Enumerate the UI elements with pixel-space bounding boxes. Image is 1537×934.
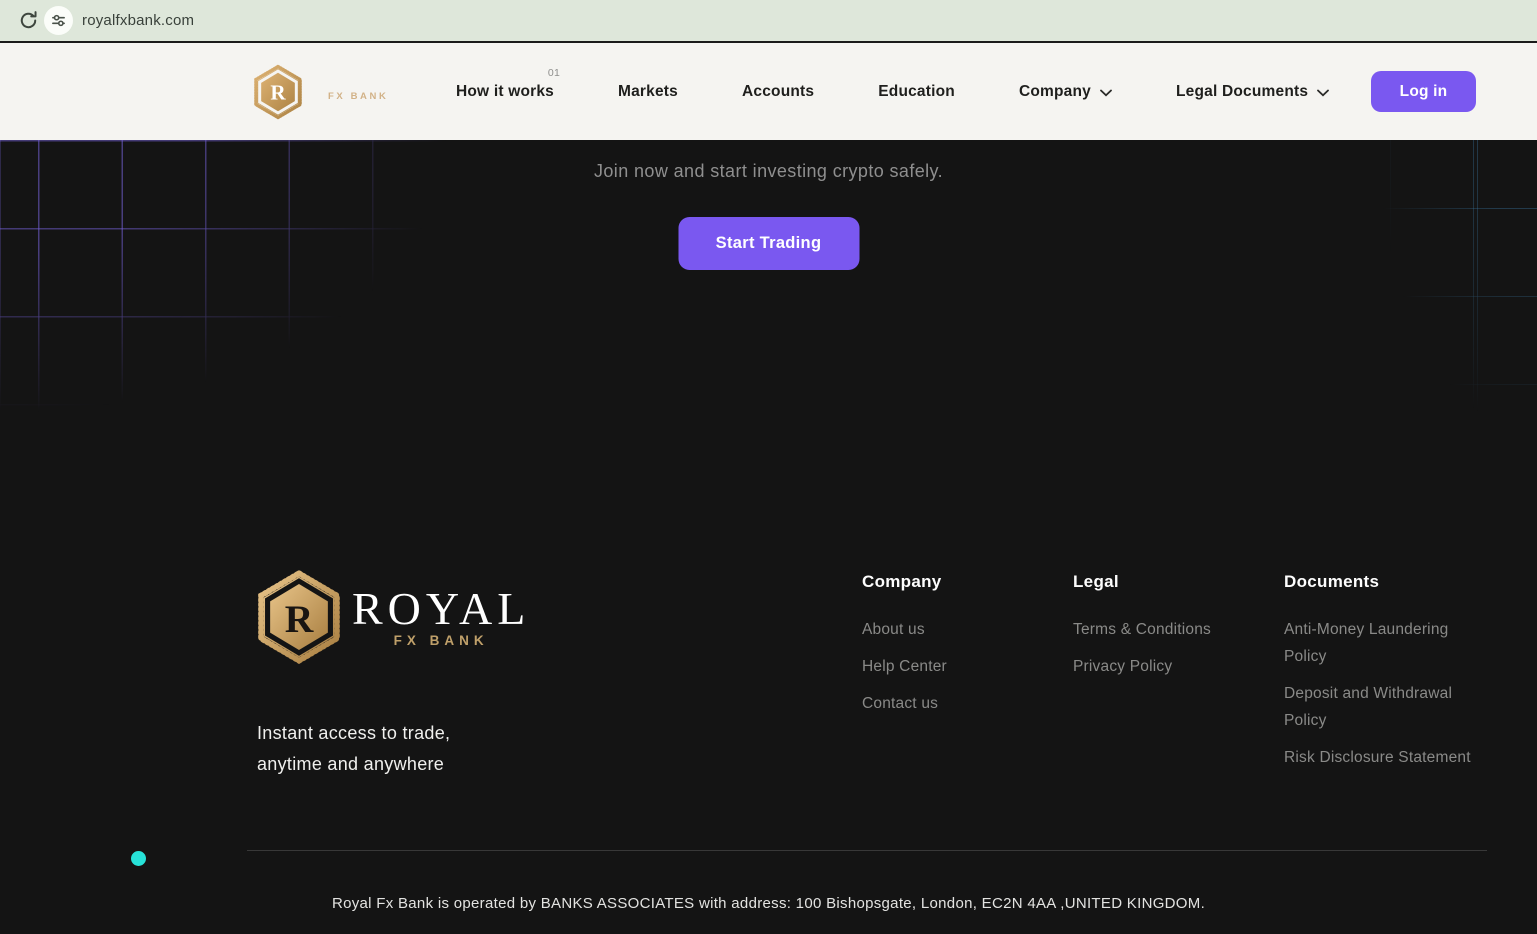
nav-label: How it works (456, 83, 554, 101)
brand-subtext: FX BANK (328, 91, 388, 102)
reload-icon[interactable] (17, 10, 39, 32)
nav-label: Accounts (742, 83, 814, 101)
nav-label: Legal Documents (1176, 83, 1308, 101)
footer-divider (247, 850, 1487, 851)
svg-text:R: R (270, 80, 286, 104)
nav-accounts[interactable]: Accounts (742, 83, 814, 101)
footer-col-title: Documents (1284, 572, 1484, 592)
nav-markets[interactable]: Markets (618, 83, 678, 101)
login-button[interactable]: Log in (1371, 71, 1476, 112)
footer-link-terms[interactable]: Terms & Conditions (1073, 616, 1284, 643)
footer-link-contact-us[interactable]: Contact us (862, 690, 1073, 717)
footer-link-deposit-withdrawal[interactable]: Deposit and Withdrawal Policy (1284, 680, 1484, 734)
svg-text:R: R (285, 597, 314, 641)
site-header: R FX BANK 01 How it works Markets Accoun… (0, 43, 1537, 140)
footer-link-risk-disclosure[interactable]: Risk Disclosure Statement (1284, 744, 1484, 771)
footer-brand: R ROYAL FX BANK Instant access to trade,… (256, 570, 530, 664)
nav-label: Markets (618, 83, 678, 101)
chevron-down-icon (1100, 89, 1112, 97)
footer-col-title: Legal (1073, 572, 1284, 592)
footer-legal-text: Royal Fx Bank is operated by BANKS ASSOC… (0, 895, 1537, 912)
cta-text: Join now and start investing crypto safe… (0, 161, 1537, 182)
footer-link-help-center[interactable]: Help Center (862, 653, 1073, 680)
nav-company[interactable]: Company (1019, 83, 1112, 101)
cyan-dot-decoration (131, 851, 146, 866)
footer-col-legal: Legal Terms & Conditions Privacy Policy (1073, 572, 1284, 781)
main-nav: 01 How it works Markets Accounts Educati… (456, 83, 1329, 101)
footer-tagline: Instant access to trade, anytime and any… (257, 718, 450, 780)
footer-columns: Company About us Help Center Contact us … (862, 572, 1484, 781)
page: royalfxbank.com R FX BANK 01 How it (0, 0, 1537, 934)
nav-education[interactable]: Education (878, 83, 955, 101)
chevron-down-icon (1317, 89, 1329, 97)
nav-legal-documents[interactable]: Legal Documents (1176, 83, 1329, 101)
footer-col-company: Company About us Help Center Contact us (862, 572, 1073, 781)
footer-brand-subtext: FX BANK (352, 633, 530, 648)
site-settings-icon[interactable] (44, 6, 73, 35)
nav-label: Company (1019, 83, 1091, 101)
nav-label: Education (878, 83, 955, 101)
decorative-grid-blue (1367, 140, 1537, 480)
footer-col-title: Company (862, 572, 1073, 592)
decorative-grid-purple (0, 140, 540, 470)
start-trading-button[interactable]: Start Trading (678, 217, 859, 270)
address-bar[interactable]: royalfxbank.com (44, 6, 194, 35)
hexagon-monogram-icon: R (253, 64, 303, 120)
footer-link-aml-policy[interactable]: Anti-Money Laundering Policy (1284, 616, 1484, 670)
footer-link-privacy[interactable]: Privacy Policy (1073, 653, 1284, 680)
footer-link-about-us[interactable]: About us (862, 616, 1073, 643)
header-brand[interactable]: R FX BANK (253, 64, 456, 120)
url-text[interactable]: royalfxbank.com (82, 12, 194, 29)
browser-toolbar: royalfxbank.com (0, 0, 1537, 41)
nav-how-it-works[interactable]: 01 How it works (456, 83, 554, 101)
footer-col-documents: Documents Anti-Money Laundering Policy D… (1284, 572, 1484, 781)
footer-brand-name: ROYAL (352, 587, 530, 631)
main-content: Join now and start investing crypto safe… (0, 140, 1537, 934)
hexagon-monogram-icon: R (256, 570, 342, 664)
nav-step-badge: 01 (548, 67, 560, 79)
